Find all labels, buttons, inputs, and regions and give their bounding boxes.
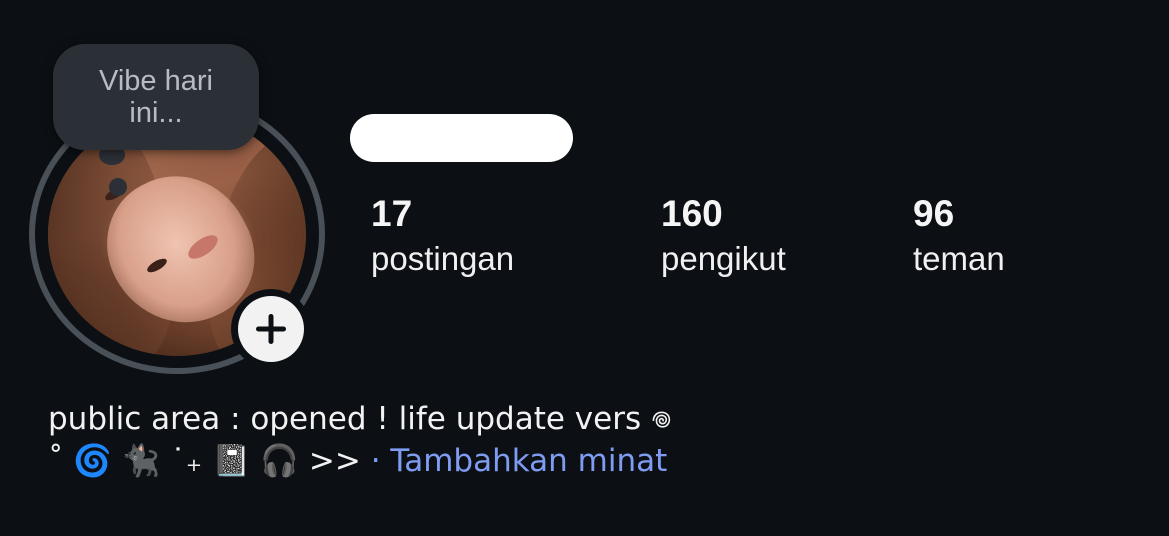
- stat-friends-label: teman: [913, 240, 1005, 277]
- bio-line-2: ˚ 🌀 🐈‍⬛ ˙₊ 📓 🎧 >> · Tambahkan minat: [48, 440, 1128, 482]
- vibe-note-bubble[interactable]: Vibe hari ini...: [53, 44, 259, 150]
- bio: public area : opened ! life update vers …: [48, 398, 1128, 482]
- stat-followers-count: 160: [661, 193, 723, 234]
- stat-friends[interactable]: 96 teman: [913, 192, 1005, 280]
- stat-posts[interactable]: 17 postingan: [371, 192, 514, 280]
- vibe-prompt-text: Vibe hari ini...: [99, 65, 213, 129]
- username-redacted: [350, 114, 573, 162]
- stat-followers-label: pengikut: [661, 240, 786, 277]
- vibe-bubble-tail-dot: [109, 178, 127, 196]
- bio-emoji-text: ˚ 🌀 🐈‍⬛ ˙₊ 📓 🎧 >>: [48, 443, 361, 479]
- stat-posts-count: 17: [371, 193, 413, 234]
- bio-line-1: public area : opened ! life update vers …: [48, 401, 672, 437]
- stat-posts-label: postingan: [371, 240, 515, 277]
- add-story-button[interactable]: [231, 289, 311, 369]
- stat-followers[interactable]: 160 pengikut: [661, 192, 786, 280]
- add-interests-link[interactable]: · Tambahkan minat: [361, 443, 668, 479]
- plus-icon: [256, 314, 286, 344]
- stat-friends-count: 96: [913, 193, 955, 234]
- profile-header: Vibe hari ini... 17 postingan 160 pengik…: [0, 0, 1169, 536]
